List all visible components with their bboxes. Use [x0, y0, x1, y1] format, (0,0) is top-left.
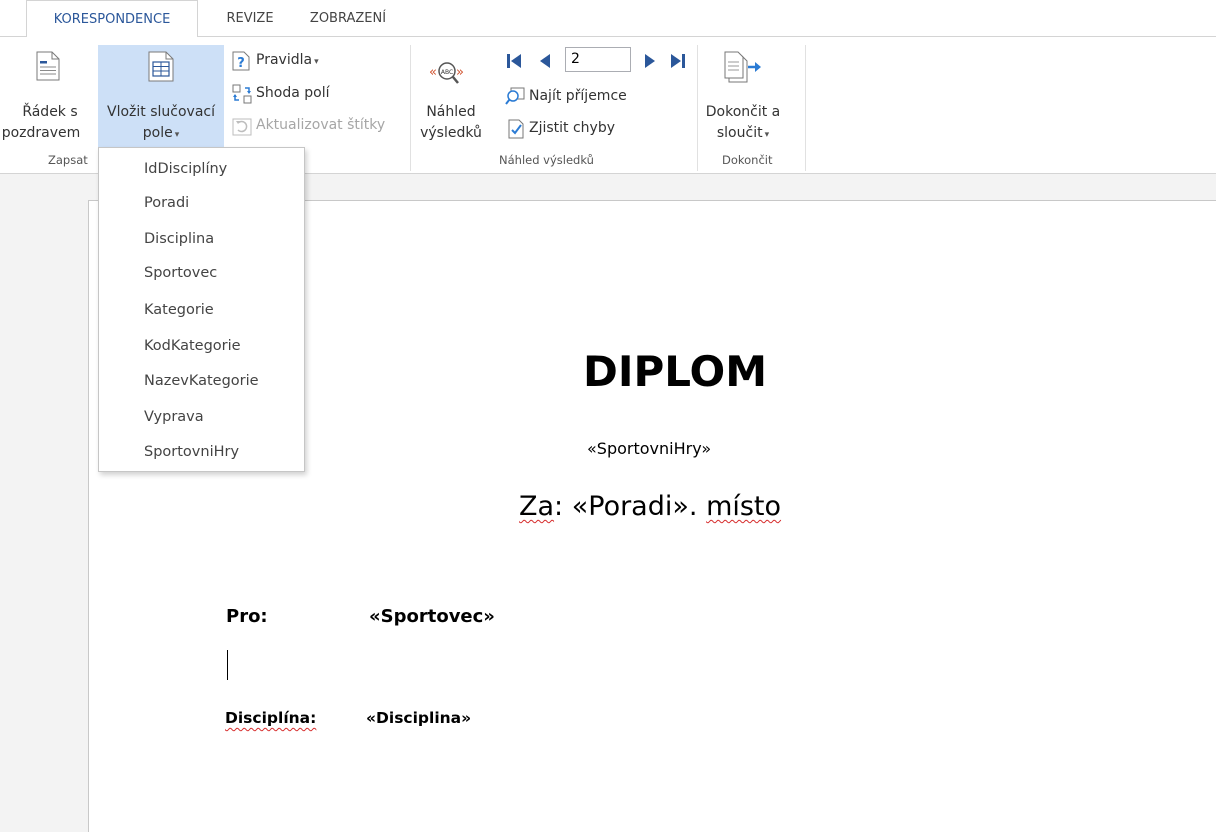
dropdown-arrow-icon: ▾	[764, 130, 770, 140]
disciplina-label-text: Disciplína:	[225, 709, 317, 727]
place-line: Za: «Poradi». místo	[519, 491, 781, 522]
preview-results-icon: « ABC »	[429, 62, 464, 84]
match-fields-icon	[232, 84, 252, 104]
tab-zobrazeni[interactable]: ZOBRAZENÍ	[298, 0, 398, 36]
group-separator	[410, 45, 411, 171]
dokoncit-label-line2: sloučit	[716, 125, 763, 141]
menu-item-sportovec[interactable]: Sportovec	[99, 256, 304, 290]
dokoncit-label-line2-wrap: sloučit ▾	[704, 125, 782, 141]
text-cursor	[227, 650, 228, 680]
sportovec-field: «Sportovec»	[369, 606, 495, 627]
record-number-input[interactable]: 2	[565, 47, 631, 72]
tab-korespondence[interactable]: KORESPONDENCE	[26, 0, 198, 37]
previous-record-icon[interactable]	[538, 53, 552, 69]
menu-item-kategorie[interactable]: Kategorie	[99, 293, 304, 327]
check-errors-icon	[508, 119, 524, 139]
greeting-line-icon	[36, 51, 60, 81]
zjistit-label: Zjistit chyby	[529, 120, 616, 136]
menu-item-nazevkategorie[interactable]: NazevKategorie	[99, 364, 304, 398]
najit-label: Najít příjemce	[529, 88, 627, 104]
svg-text:?: ?	[237, 56, 245, 71]
tab-revize[interactable]: REVIZE	[210, 0, 290, 36]
group-label-dokoncit: Dokončit	[722, 153, 773, 167]
menu-item-sportovnihry[interactable]: SportovniHry	[99, 435, 304, 469]
merge-field-dropdown: IdDisciplíny Poradi Disciplina Sportovec…	[98, 147, 305, 472]
vlozit-label-line1: Vložit slučovací	[107, 104, 215, 120]
pravidla-label: Pravidla	[256, 52, 313, 68]
group-label-nahled: Náhled výsledků	[499, 153, 594, 167]
nahled-label-line2: výsledků	[420, 125, 482, 141]
radek-label-line1: Řádek s	[22, 104, 78, 120]
first-record-icon[interactable]	[506, 53, 522, 69]
group-separator	[697, 45, 698, 171]
next-record-icon[interactable]	[643, 53, 657, 69]
aktualizovat-label: Aktualizovat štítky	[256, 117, 386, 133]
vlozit-label-line2: pole	[142, 125, 173, 141]
pravidla-label-wrap: Pravidla ▾	[256, 52, 319, 68]
menu-item-poradi[interactable]: Poradi	[99, 186, 304, 220]
last-record-icon[interactable]	[670, 53, 686, 69]
svg-text:ABC: ABC	[441, 69, 453, 76]
disciplina-field: «Disciplina»	[366, 709, 472, 727]
insert-merge-field-icon	[148, 51, 174, 82]
menu-item-iddiscipliny[interactable]: IdDisciplíny	[99, 152, 304, 186]
poradi-field: : «Poradi».	[554, 491, 707, 522]
find-recipient-icon	[505, 87, 525, 105]
menu-item-vyprava[interactable]: Vyprava	[99, 400, 304, 434]
menu-item-kodkategorie[interactable]: KodKategorie	[99, 329, 304, 363]
nahled-label-line1: Náhled	[426, 104, 476, 120]
radek-label-line2: pozdravem	[1, 125, 81, 141]
disciplina-label: Disciplína:	[225, 709, 316, 727]
group-separator	[805, 45, 806, 171]
dropdown-arrow-icon: ▾	[174, 130, 180, 140]
dropdown-arrow-icon: ▾	[314, 57, 319, 67]
rules-icon: ?	[232, 51, 250, 71]
vlozit-slucovaci-pole-button[interactable]: Vložit slučovací pole ▾	[98, 45, 224, 150]
svg-text:«: «	[429, 65, 437, 80]
vlozit-label-line2-wrap: pole ▾	[98, 125, 224, 141]
menu-item-disciplina[interactable]: Disciplina	[99, 222, 304, 256]
diploma-title: DIPLOM	[583, 347, 768, 396]
games-field: «SportovniHry»	[587, 439, 712, 458]
misto-word: místo	[706, 491, 782, 522]
update-labels-icon	[232, 118, 252, 136]
dokoncit-label-line1: Dokončit a	[705, 104, 781, 120]
shoda-label: Shoda polí	[256, 85, 330, 101]
pro-label: Pro:	[226, 606, 268, 627]
ribbon-tab-bar: KORESPONDENCE REVIZE ZOBRAZENÍ	[0, 0, 1216, 37]
za-word: Za	[519, 491, 555, 522]
finish-merge-icon	[724, 51, 761, 83]
group-label-zapsat: Zapsat	[48, 153, 88, 167]
svg-text:»: »	[456, 65, 464, 80]
